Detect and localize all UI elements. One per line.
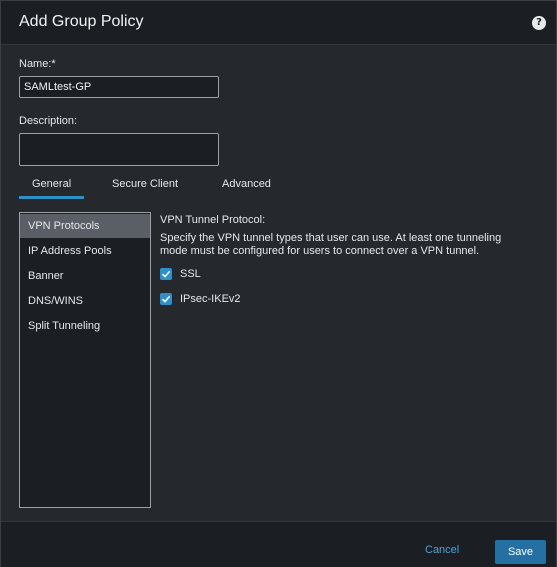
description-label: Description: [19,115,78,127]
vpn-tunnel-protocol-description: Specify the VPN tunnel types that user c… [160,232,502,257]
save-button[interactable]: Save [495,540,546,564]
checkmark-icon [161,295,171,303]
name-label: Name:* [19,58,56,70]
ssl-checkbox[interactable] [160,268,172,280]
sidebar-item-split-tunneling[interactable]: Split Tunneling [20,314,150,338]
cancel-button[interactable]: Cancel [425,544,459,556]
vpn-tunnel-protocol-title: VPN Tunnel Protocol: [160,214,266,226]
sidebar-item-ip-address-pools[interactable]: IP Address Pools [20,239,150,263]
add-group-policy-dialog: Add Group Policy ? Name:* SAMLtest-GP De… [0,0,557,567]
dialog-header: Add Group Policy ? [1,1,556,45]
tab-secure-client[interactable]: Secure Client [112,178,178,190]
description-field[interactable] [19,133,219,166]
tab-selected-indicator [19,196,84,199]
checkmark-icon [161,270,171,278]
dialog-footer: Cancel Save [1,521,556,567]
help-icon[interactable]: ? [532,16,546,30]
vpn-protocols-panel: VPN Tunnel Protocol: Specify the VPN tun… [160,213,540,258]
ssl-label: SSL [180,268,201,280]
sidebar-item-banner[interactable]: Banner [20,264,150,288]
ipsec-ikev2-checkbox[interactable] [160,293,172,305]
name-field[interactable]: SAMLtest-GP [19,76,219,98]
policy-sidebar: VPN Protocols IP Address Pools Banner DN… [19,212,151,508]
dialog-title: Add Group Policy [19,13,144,30]
sidebar-item-vpn-protocols[interactable]: VPN Protocols [20,214,150,238]
ipsec-ikev2-label: IPsec-IKEv2 [180,293,241,305]
sidebar-item-dns-wins[interactable]: DNS/WINS [20,289,150,313]
tab-general[interactable]: General [32,178,71,190]
tab-advanced[interactable]: Advanced [222,178,271,190]
